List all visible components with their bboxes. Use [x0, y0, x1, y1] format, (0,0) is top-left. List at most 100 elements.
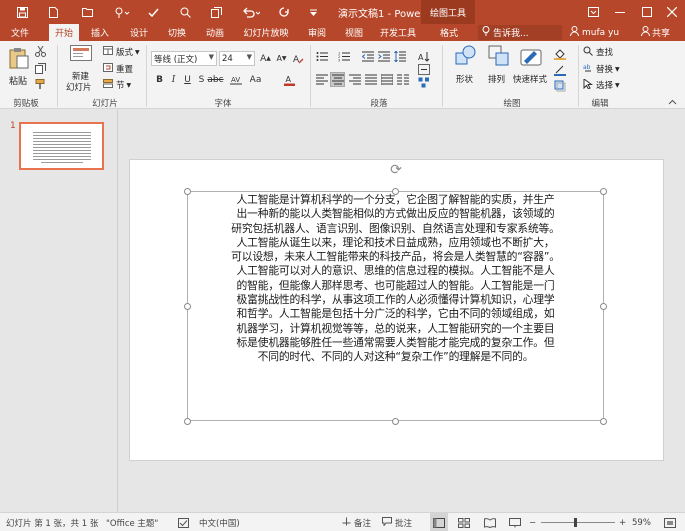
- redo-icon[interactable]: [276, 0, 292, 24]
- layout-icon: [103, 46, 113, 58]
- resize-handle[interactable]: [600, 418, 607, 425]
- decrease-indent-icon[interactable]: [361, 50, 374, 63]
- font-size-select[interactable]: 24 ▼: [219, 51, 255, 66]
- minimize-icon[interactable]: [607, 0, 633, 24]
- align-left-icon[interactable]: [315, 73, 328, 86]
- arrange-icon: [488, 45, 510, 70]
- character-spacing-icon[interactable]: AV: [229, 73, 242, 86]
- slideshow-icon[interactable]: [507, 513, 523, 531]
- convert-smartart-icon[interactable]: [417, 76, 430, 89]
- notes-button[interactable]: 备注: [342, 513, 371, 531]
- slide-sorter-icon[interactable]: [456, 513, 472, 531]
- tab-home[interactable]: 开始: [49, 24, 79, 41]
- cut-icon[interactable]: [34, 45, 47, 58]
- quick-styles-button[interactable]: 快速样式: [511, 45, 551, 93]
- tab-file[interactable]: 文件: [4, 24, 36, 41]
- shrink-font-icon[interactable]: A ▼: [275, 52, 288, 65]
- zoom-out-icon[interactable]: −: [529, 513, 536, 531]
- zoom-level[interactable]: 59%: [632, 513, 651, 531]
- rotate-handle-icon[interactable]: ⟳: [388, 162, 404, 178]
- slide-thumbnail[interactable]: [19, 122, 104, 170]
- bullets-icon[interactable]: [315, 50, 328, 63]
- new-icon[interactable]: [45, 0, 61, 24]
- tab-slideshow[interactable]: 幻灯片放映: [238, 24, 294, 41]
- slide-body-text[interactable]: 人工智能是计算机科学的一个分支，它企图了解智能的实质，并生产 出一种新的能以人类…: [188, 193, 603, 365]
- tab-review[interactable]: 审阅: [302, 24, 332, 41]
- align-right-icon[interactable]: [348, 73, 361, 86]
- format-painter-icon[interactable]: [34, 78, 47, 91]
- grow-font-icon[interactable]: A ▲: [259, 52, 272, 65]
- tab-transitions[interactable]: 切换: [162, 24, 192, 41]
- shape-fill-icon[interactable]: [553, 47, 566, 60]
- strikethrough-icon[interactable]: abc: [207, 73, 223, 86]
- tab-format[interactable]: 格式: [429, 24, 469, 41]
- distributed-icon[interactable]: [380, 73, 393, 86]
- collapse-ribbon-icon[interactable]: [666, 95, 679, 108]
- justify-icon[interactable]: [364, 73, 377, 86]
- find-button[interactable]: 查找: [583, 46, 613, 58]
- bold-icon[interactable]: B: [153, 73, 166, 86]
- section-button[interactable]: 节 ▼: [103, 79, 131, 91]
- print-preview-icon[interactable]: [177, 0, 193, 24]
- tab-design[interactable]: 设计: [124, 24, 154, 41]
- align-text-icon[interactable]: [417, 63, 430, 76]
- font-color-icon[interactable]: A: [283, 73, 296, 86]
- spelling-icon[interactable]: [145, 0, 161, 24]
- line-spacing-icon[interactable]: [393, 50, 406, 63]
- fit-slide-icon[interactable]: [664, 513, 676, 531]
- tab-animations[interactable]: 动画: [198, 24, 232, 41]
- customize-qat-icon[interactable]: [306, 0, 320, 24]
- replace-button[interactable]: ab 替换 ▼: [583, 63, 620, 76]
- new-slide-button[interactable]: 新建 幻灯片: [64, 45, 98, 93]
- shadow-icon[interactable]: S: [195, 73, 208, 86]
- numbering-icon[interactable]: 123: [337, 50, 350, 63]
- maximize-icon[interactable]: [634, 0, 660, 24]
- font-name-select[interactable]: 等线 (正文) ▼: [151, 51, 217, 66]
- language-status[interactable]: 中文(中国): [199, 513, 240, 531]
- resize-handle[interactable]: [392, 418, 399, 425]
- zoom-slider-track[interactable]: [541, 522, 615, 523]
- shape-effects-icon[interactable]: [553, 79, 566, 92]
- tab-view[interactable]: 视图: [339, 24, 369, 41]
- increase-indent-icon[interactable]: [377, 50, 390, 63]
- open-icon[interactable]: [79, 0, 95, 24]
- user-account[interactable]: mufa yu: [570, 24, 619, 41]
- copy-icon[interactable]: [34, 62, 47, 75]
- resize-handle[interactable]: [184, 418, 191, 425]
- contextual-tab-title: 绘图工具: [421, 0, 475, 24]
- normal-view-icon[interactable]: [430, 513, 448, 531]
- reset-button[interactable]: 重置: [103, 63, 133, 75]
- text-line: 人工智能从诞生以来，理论和技术日益成熟，应用领域也不断扩大，: [236, 235, 555, 249]
- underline-icon[interactable]: U: [181, 73, 194, 86]
- paste-button[interactable]: 粘贴: [6, 47, 32, 93]
- italic-icon[interactable]: I: [167, 73, 180, 86]
- ribbon-options-icon[interactable]: [580, 0, 606, 24]
- change-case-icon[interactable]: Aa: [249, 73, 262, 86]
- tab-developer[interactable]: 开发工具: [376, 24, 420, 41]
- zoom-slider-thumb[interactable]: [574, 518, 577, 527]
- layout-button[interactable]: 版式 ▼: [103, 46, 140, 58]
- accessibility-icon[interactable]: [178, 513, 189, 531]
- svg-text:3: 3: [338, 59, 340, 63]
- shape-outline-icon[interactable]: [553, 63, 566, 76]
- clear-formatting-icon[interactable]: A: [292, 52, 305, 65]
- zoom-in-icon[interactable]: +: [619, 513, 626, 531]
- share-button[interactable]: 共享: [641, 24, 670, 41]
- close-icon[interactable]: [659, 0, 685, 24]
- thumbnail-text-line: [33, 156, 91, 157]
- text-direction-icon[interactable]: A: [417, 50, 430, 63]
- align-center-icon[interactable]: [330, 72, 345, 87]
- save-icon[interactable]: [14, 0, 30, 24]
- columns-icon[interactable]: [396, 73, 409, 86]
- comments-button[interactable]: 批注: [382, 513, 412, 531]
- arrange-button[interactable]: 排列: [484, 45, 514, 93]
- touch-mode-icon[interactable]: [111, 0, 133, 24]
- tell-me-box[interactable]: 告诉我...: [478, 25, 562, 40]
- undo-icon[interactable]: [240, 0, 262, 24]
- select-button[interactable]: 选择 ▼: [583, 77, 620, 91]
- shapes-button[interactable]: 形状: [452, 45, 482, 93]
- drawing-group-label: 绘图: [503, 99, 521, 109]
- tab-insert[interactable]: 插入: [85, 24, 115, 41]
- copy-qat-icon[interactable]: [208, 0, 224, 24]
- reading-view-icon[interactable]: [482, 513, 498, 531]
